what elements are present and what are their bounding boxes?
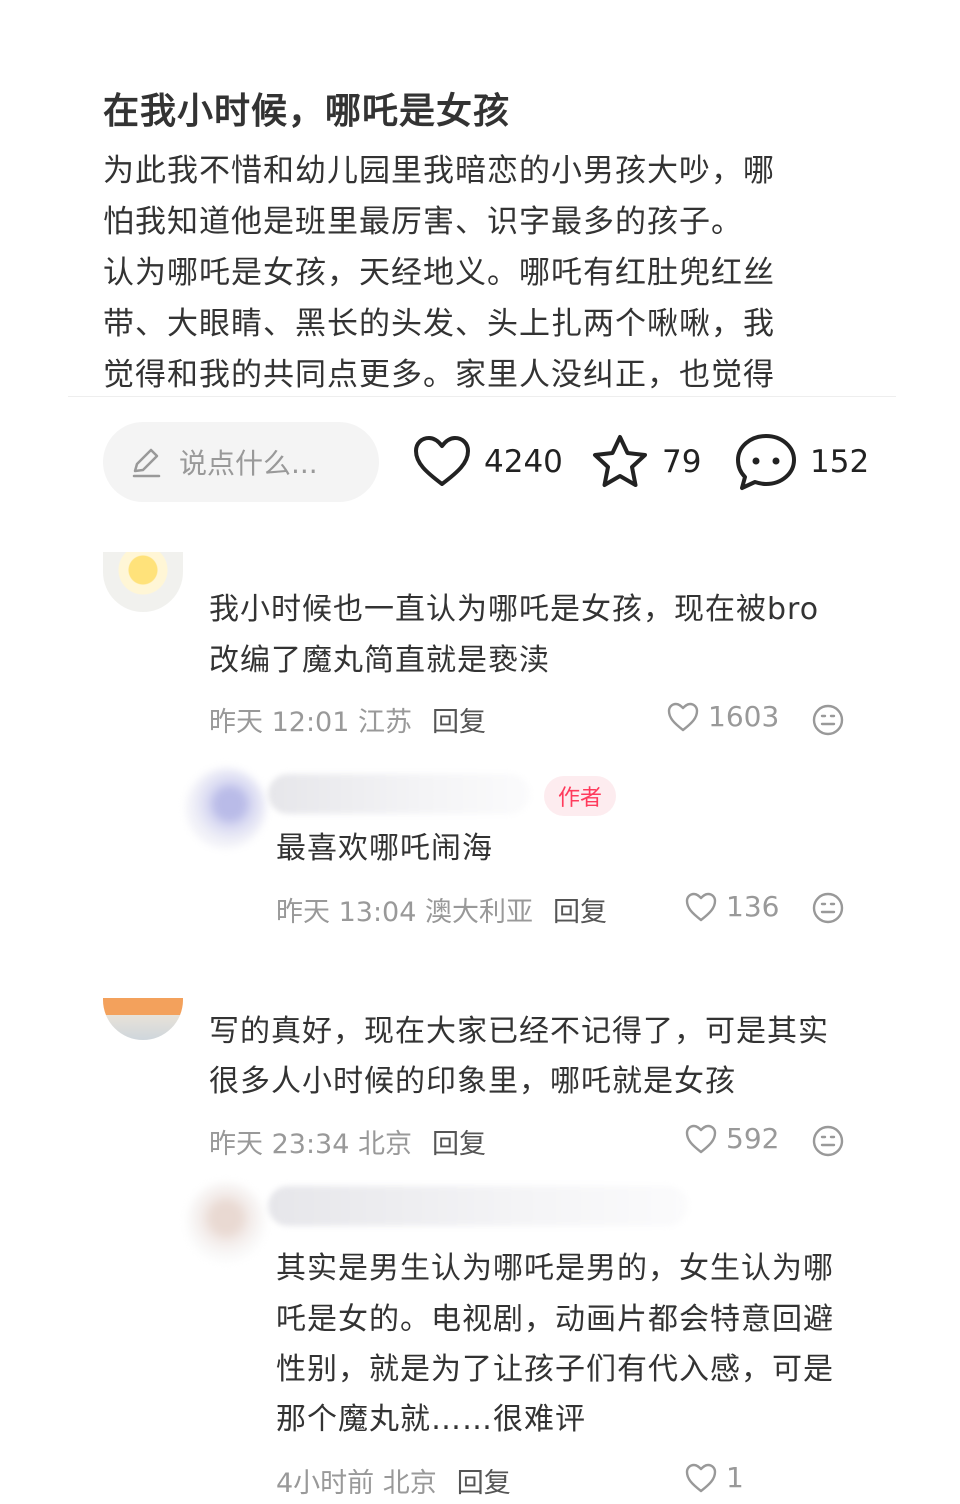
- heart-icon: [414, 436, 470, 486]
- comment-like-button[interactable]: 592: [684, 1122, 779, 1155]
- avatar[interactable]: [103, 998, 183, 1040]
- post-body-line: 觉得和我的共同点更多。家里人没纠正，也觉得: [103, 357, 775, 393]
- reply-time-location: 4小时前 北京: [276, 1468, 437, 1499]
- emoji-icon[interactable]: [811, 703, 845, 737]
- comment-time-location: 昨天 23:34 北京: [209, 1129, 412, 1160]
- comment-like-count: 1603: [708, 700, 780, 733]
- reply-text: 性别，就是为了让孩子们有代入感，可是: [276, 1352, 834, 1387]
- reply-button[interactable]: 回复: [553, 890, 607, 929]
- author-tag: 作者: [544, 776, 616, 816]
- post-body-line: 认为哪吒是女孩，天经地义。哪吒有红肚兜红丝: [103, 255, 775, 291]
- reply-button[interactable]: 回复: [432, 1122, 486, 1161]
- reply-meta: 4小时前 北京 回复: [276, 1461, 511, 1500]
- username-blurred[interactable]: [268, 774, 530, 814]
- reply-time-location: 昨天 13:04 澳大利亚: [276, 897, 533, 928]
- reply-meta: 昨天 13:04 澳大利亚 回复: [276, 890, 607, 929]
- reply-like-button[interactable]: 136: [684, 890, 779, 923]
- avatar[interactable]: [186, 768, 266, 848]
- post-body-line: 带、大眼睛、黑长的头发、头上扎两个啾啾，我: [103, 306, 775, 342]
- reply-like-count: 136: [726, 890, 780, 923]
- reply-text: 吒是女的。电视剧，动画片都会特意回避: [276, 1302, 834, 1337]
- comment-text: 写的真好，现在大家已经不记得了，可是其实: [209, 1014, 829, 1049]
- favorite-button[interactable]: 79: [590, 430, 701, 494]
- like-count: 4240: [484, 444, 563, 480]
- comments-button[interactable]: 152: [734, 430, 869, 494]
- comment-text: 改编了魔丸简直就是亵渎: [209, 643, 550, 678]
- reply-text: 其实是男生认为哪吒是男的，女生认为哪: [276, 1251, 834, 1286]
- post-body: 为此我不惜和幼儿园里我暗恋的小男孩大吵，哪 怕我知道他是班里最厉害、识字最多的孩…: [103, 146, 863, 394]
- heart-icon: [667, 702, 699, 731]
- comment-like-button[interactable]: 1603: [666, 700, 779, 733]
- reply-like-button[interactable]: 1: [684, 1461, 744, 1494]
- heart-icon: [685, 1463, 717, 1492]
- avatar[interactable]: [103, 552, 183, 612]
- like-button[interactable]: 4240: [412, 430, 563, 494]
- post-title: 在我小时候，哪吒是女孩: [103, 91, 511, 132]
- heart-icon: [685, 1124, 717, 1153]
- post-body-line: 怕我知道他是班里最厉害、识字最多的孩子。: [103, 204, 743, 240]
- heart-icon: [685, 892, 717, 921]
- star-icon: [593, 435, 647, 487]
- emoji-icon[interactable]: [811, 891, 845, 925]
- reply-text: 最喜欢哪吒闹海: [276, 831, 493, 866]
- emoji-icon[interactable]: [811, 1124, 845, 1158]
- comment-text: 很多人小时候的印象里，哪吒就是女孩: [209, 1064, 736, 1099]
- favorite-count: 79: [662, 444, 702, 480]
- divider: [68, 396, 896, 397]
- comment-time-location: 昨天 12:01 江苏: [209, 707, 412, 738]
- comment-count: 152: [810, 444, 870, 480]
- comment-placeholder: 说点什么...: [179, 447, 318, 480]
- comment-meta: 昨天 12:01 江苏 回复: [209, 700, 486, 739]
- reply-button[interactable]: 回复: [432, 700, 486, 739]
- chat-bubble-icon: [736, 434, 796, 490]
- avatar[interactable]: [186, 1182, 266, 1262]
- reply-button[interactable]: 回复: [457, 1461, 511, 1500]
- username-blurred[interactable]: [268, 1186, 688, 1226]
- comment-input[interactable]: 说点什么...: [103, 422, 379, 502]
- bottom-fade: [740, 1460, 960, 1504]
- comment-text: 我小时候也一直认为哪吒是女孩，现在被bro: [209, 592, 820, 627]
- comment-like-count: 592: [726, 1122, 780, 1155]
- reply-text: 那个魔丸就……很难评: [276, 1402, 586, 1437]
- post-body-line: 为此我不惜和幼儿园里我暗恋的小男孩大吵，哪: [103, 153, 775, 189]
- comment-meta: 昨天 23:34 北京 回复: [209, 1122, 486, 1161]
- pencil-icon: [132, 448, 161, 478]
